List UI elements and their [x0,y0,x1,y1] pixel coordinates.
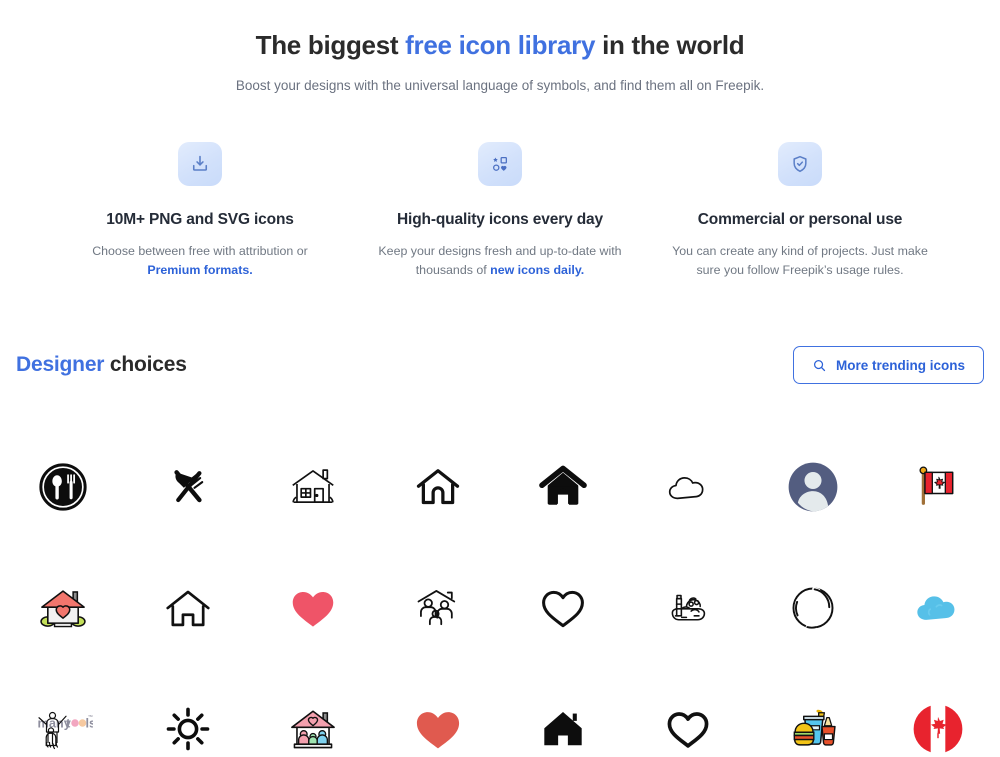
page-title: The biggest free icon library in the wor… [0,28,1000,62]
page-subtitle: Boost your designs with the universal la… [235,78,765,93]
heart-solid-pink-icon [286,581,340,635]
icon-grid-item[interactable] [500,426,625,547]
heart-outline-icon [536,581,590,635]
designer-choices-header: Designer choices More trending icons [0,346,1000,384]
heart-outline-bold-icon [661,702,715,756]
page-title-before: The biggest [255,30,406,60]
icon-grid-item[interactable] [125,547,250,668]
icon-grid-item[interactable] [875,547,1000,668]
house-line-art-icon [286,460,340,514]
canada-flag-pole-icon [912,461,964,513]
cloud-outline-icon [662,461,714,513]
section-title-rest: choices [104,353,187,376]
icon-grid-item[interactable] [0,426,125,547]
more-trending-icons-label: More trending icons [835,357,965,373]
home-outline-icon [412,461,464,513]
feature-card-downloads: 10M+ PNG and SVG icons Choose between fr… [50,142,350,280]
home-outline-thin-icon [161,581,215,635]
icon-grid-item[interactable] [375,547,500,668]
icon-grid-item[interactable] [625,547,750,668]
svg-text:t: t [66,715,71,730]
page-title-accent: free icon library [405,30,596,60]
home-solid-icon [536,460,590,514]
family-house-color-icon [286,702,340,756]
icon-grid-item[interactable] [250,668,375,757]
restaurant-plate-icon [36,460,90,514]
canada-flag-round-icon [912,703,964,755]
hero-section: The biggest free icon library in the wor… [0,0,1000,96]
feature-text: Choose between free with attribution or [92,244,308,258]
icon-grid-item[interactable] [250,426,375,547]
feature-icon-tile [778,142,822,186]
icon-grid-item[interactable] [750,668,875,757]
download-icon [190,154,210,174]
feature-icon-tile [478,142,522,186]
shapes-grid-icon [490,154,510,174]
icon-library-page: The biggest free icon library in the wor… [0,0,1000,757]
icon-grid-item[interactable] [750,547,875,668]
feature-text: You can create any kind of projects. Jus… [672,244,928,277]
icon-grid-item[interactable] [875,426,1000,547]
icon-grid-item[interactable] [250,547,375,668]
feature-link[interactable]: Premium formats. [147,263,252,277]
manytools-logo-icon: many t ls ™ [33,702,93,756]
more-trending-icons-button[interactable]: More trending icons [792,346,984,384]
cloud-blue-icon [911,581,965,635]
icon-grid-item[interactable] [500,547,625,668]
user-avatar-icon [787,461,839,513]
icon-grid-item[interactable] [875,668,1000,757]
circle-sketch-icon [787,582,839,634]
shield-check-icon [790,154,810,174]
feature-title: High-quality icons every day [397,211,603,228]
feature-description: Keep your designs fresh and up-to-date w… [364,242,636,280]
search-icon [812,358,827,373]
family-home-outline-icon [412,582,464,634]
fork-knife-crossed-icon [162,461,214,513]
icon-grid-item[interactable] [750,426,875,547]
svg-text:™: ™ [87,714,92,720]
icon-grid-item[interactable] [375,668,500,757]
icon-grid-item[interactable] [125,668,250,757]
icon-grid-item[interactable]: many t ls ™ [0,668,125,757]
icon-grid: many t ls ™ [0,426,1000,757]
home-heart-color-icon [36,581,90,635]
icon-grid-item[interactable] [625,426,750,547]
feature-title: 10M+ PNG and SVG icons [106,211,294,228]
home-solid-square-icon [537,703,589,755]
heart-red-icon [411,702,465,756]
fast-food-icon [787,703,839,755]
section-title-accent: Designer [16,353,105,376]
icon-grid-item[interactable] [0,547,125,668]
icon-grid-item[interactable] [625,668,750,757]
page-title-after: in the world [595,30,745,60]
section-title: Designer choices [16,353,187,377]
feature-title: Commercial or personal use [697,211,903,228]
icon-grid-item[interactable] [500,668,625,757]
feature-description: Choose between free with attribution or … [64,242,336,280]
sun-icon [163,704,213,754]
icon-grid-item[interactable] [125,426,250,547]
feature-card-quality: High-quality icons every day Keep your d… [350,142,650,280]
features-section: 10M+ PNG and SVG icons Choose between fr… [0,142,1000,280]
feature-card-license: Commercial or personal use You can creat… [650,142,950,280]
feature-link[interactable]: new icons daily. [490,263,584,277]
feature-icon-tile [178,142,222,186]
feature-description: You can create any kind of projects. Jus… [664,242,936,280]
groceries-bag-icon [663,583,713,633]
icon-grid-item[interactable] [375,426,500,547]
